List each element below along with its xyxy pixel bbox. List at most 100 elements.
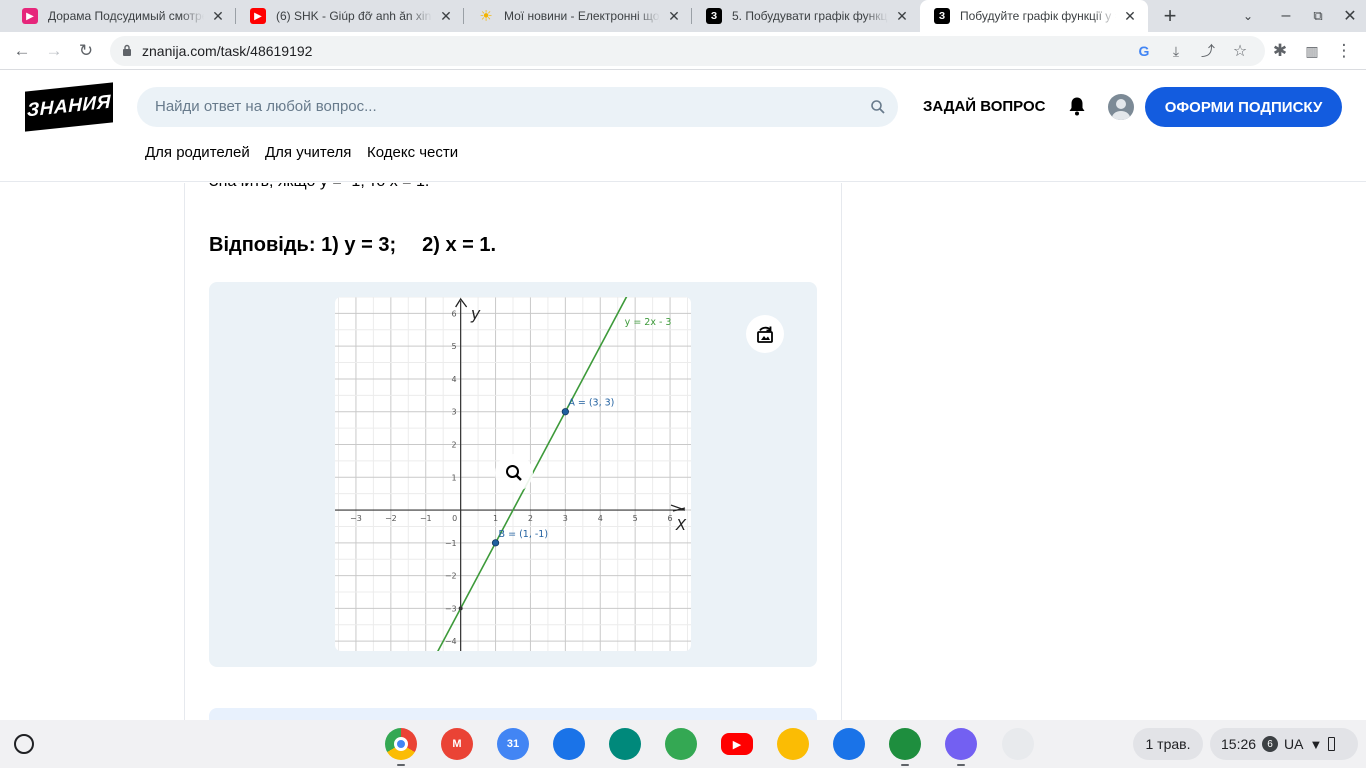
x-tick-label: 1 <box>493 514 498 523</box>
calendar-icon[interactable]: 31 <box>497 728 529 760</box>
plus-icon: + <box>1163 3 1177 28</box>
reload-button[interactable]: ↻ <box>72 37 100 65</box>
restore-button[interactable]: ⧉ <box>1303 0 1333 32</box>
photos-icon[interactable] <box>777 728 809 760</box>
subscribe-button[interactable]: ОФОРМИ ПОДПИСКУ <box>1145 87 1342 127</box>
logo-text: ЗНАНИЯ <box>27 91 111 122</box>
minimize-button[interactable]: – <box>1271 0 1301 32</box>
zoom-image-button[interactable] <box>495 454 533 492</box>
y-tick-label: 3 <box>452 408 457 417</box>
tab-graph-task-5[interactable]: З 5. Побудувати графік функції ✕ <box>692 0 920 32</box>
close-icon[interactable]: ✕ <box>438 8 454 25</box>
share-icon[interactable]: ⤴ <box>1197 40 1219 62</box>
input-language: UA <box>1284 736 1304 752</box>
nav-honor-code-link[interactable]: Кодекс чести <box>367 144 458 161</box>
tab-title: (6) SHK - Giúp đỡ anh ăn xin đ <box>276 9 432 23</box>
date-pill[interactable]: 1 трав. <box>1133 728 1203 760</box>
y-tick-label: −1 <box>445 539 457 548</box>
play-icon: ▶ <box>22 8 38 24</box>
notification-count-badge: 6 <box>1262 736 1279 752</box>
tab-dorama[interactable]: ▶ Дорама Подсудимый смотреть онлайн ✕ <box>8 0 236 32</box>
gmail-icon[interactable]: M <box>441 728 473 760</box>
side-panel-button[interactable]: ▥ <box>1298 37 1326 65</box>
ask-question-link[interactable]: ЗАДАЙ ВОПРОС <box>923 98 1045 115</box>
tab-title: Побудуйте графік функції у = <box>960 9 1116 23</box>
wifi-icon: ▼ <box>1309 736 1323 752</box>
y-intercept-point <box>458 606 463 611</box>
lock-icon <box>123 44 131 56</box>
y-tick-label: 6 <box>452 309 457 318</box>
bell-icon[interactable] <box>1066 95 1088 117</box>
y-axis-label: y <box>470 304 481 323</box>
minimize-icon: – <box>1281 7 1291 24</box>
classroom-icon[interactable] <box>889 728 921 760</box>
google-lens-icon[interactable]: G <box>1133 40 1155 62</box>
play-store-icon[interactable] <box>665 728 697 760</box>
tab-youtube[interactable]: ▶ (6) SHK - Giúp đỡ anh ăn xin đ ✕ <box>236 0 464 32</box>
address-bar[interactable]: znanija.com/task/48619192 G ⤓ ⤴ ☆ <box>110 36 1265 66</box>
nav-teachers-link[interactable]: Для учителя <box>265 144 351 161</box>
sun-icon: ☀ <box>479 8 493 25</box>
close-icon[interactable]: ✕ <box>666 8 682 25</box>
site-logo[interactable]: ЗНАНИЯ <box>25 82 113 132</box>
next-answer-box <box>209 708 817 720</box>
clock-text: 15:26 <box>1221 736 1257 752</box>
column-divider-right <box>841 183 842 720</box>
x-tick-label: 0 <box>452 514 457 523</box>
more-vertical-icon: ⋮ <box>1335 41 1353 60</box>
back-button[interactable]: ← <box>8 37 36 65</box>
tab-news[interactable]: ☀ Мої новини - Електронні щоде ✕ <box>464 0 692 32</box>
close-icon[interactable]: ✕ <box>210 8 226 25</box>
launcher-button[interactable] <box>14 734 34 754</box>
graph-point <box>491 539 500 547</box>
viber-icon[interactable] <box>945 728 977 760</box>
point-label: B = (1, -1) <box>499 529 549 540</box>
messages-icon[interactable] <box>833 728 865 760</box>
chrome-center <box>394 737 408 751</box>
main-content: Значить, якщо у = -1, то x = 1. Відповід… <box>0 183 1366 720</box>
tab-title: Дорама Подсудимый смотреть онлайн <box>48 9 204 23</box>
tab-title: Мої новини - Електронні щоде <box>504 9 660 23</box>
tab-search-button[interactable]: ⌄ <box>1233 0 1263 32</box>
meet-icon[interactable] <box>609 728 641 760</box>
menu-button[interactable]: ⋮ <box>1330 37 1358 65</box>
avatar[interactable] <box>1108 94 1134 120</box>
youtube-icon[interactable]: ▶ <box>721 733 753 755</box>
reload-icon: ↻ <box>78 41 94 60</box>
rotate-image-button[interactable] <box>746 315 784 353</box>
close-icon: ✕ <box>1343 8 1357 25</box>
extensions-button[interactable]: ✱ <box>1266 37 1294 65</box>
arrow-left-icon: ← <box>13 41 31 60</box>
chrome-icon[interactable] <box>385 728 417 760</box>
files-icon[interactable] <box>553 728 585 760</box>
point-label: A = (3, 3) <box>568 398 614 409</box>
install-icon[interactable]: ⤓ <box>1165 40 1187 62</box>
avatar-body <box>1112 111 1130 120</box>
arrow-right-icon: → <box>45 41 63 60</box>
status-area[interactable]: 15:26 6 UA ▼ <box>1210 728 1358 760</box>
url-text: znanija.com/task/48619192 <box>142 43 313 59</box>
bookmark-star-icon[interactable]: ☆ <box>1229 40 1251 62</box>
tab-title: 5. Побудувати графік функції <box>732 9 888 23</box>
thumbnail-icon[interactable] <box>1002 728 1034 760</box>
rotate-icon <box>757 326 773 343</box>
answer-label: Відповідь: <box>209 234 316 256</box>
magnifier-icon <box>506 465 522 481</box>
new-tab-button[interactable]: + <box>1155 0 1185 32</box>
window-close-button[interactable]: ✕ <box>1335 0 1365 32</box>
answer-summary: Відповідь: 1) у = 3; 2) х = 1. <box>209 234 496 257</box>
search-icon[interactable] <box>870 99 886 115</box>
y-tick-label: −4 <box>445 637 457 646</box>
close-icon[interactable]: ✕ <box>894 8 910 25</box>
nav-parents-link[interactable]: Для родителей <box>145 144 250 161</box>
close-icon[interactable]: ✕ <box>1122 8 1138 25</box>
x-tick-label: −2 <box>385 514 397 523</box>
x-tick-label: 6 <box>668 514 673 523</box>
tab-graph-task-active[interactable]: З Побудуйте графік функції у = ✕ <box>920 0 1148 32</box>
y-tick-label: 1 <box>452 473 457 482</box>
search-input[interactable]: Найди ответ на любой вопрос... <box>137 87 898 127</box>
site-header: ЗНАНИЯ Найди ответ на любой вопрос... ЗА… <box>0 71 1366 182</box>
x-axis-label: X <box>675 516 687 534</box>
forward-button[interactable]: → <box>40 37 68 65</box>
x-tick-label: −3 <box>350 514 362 523</box>
